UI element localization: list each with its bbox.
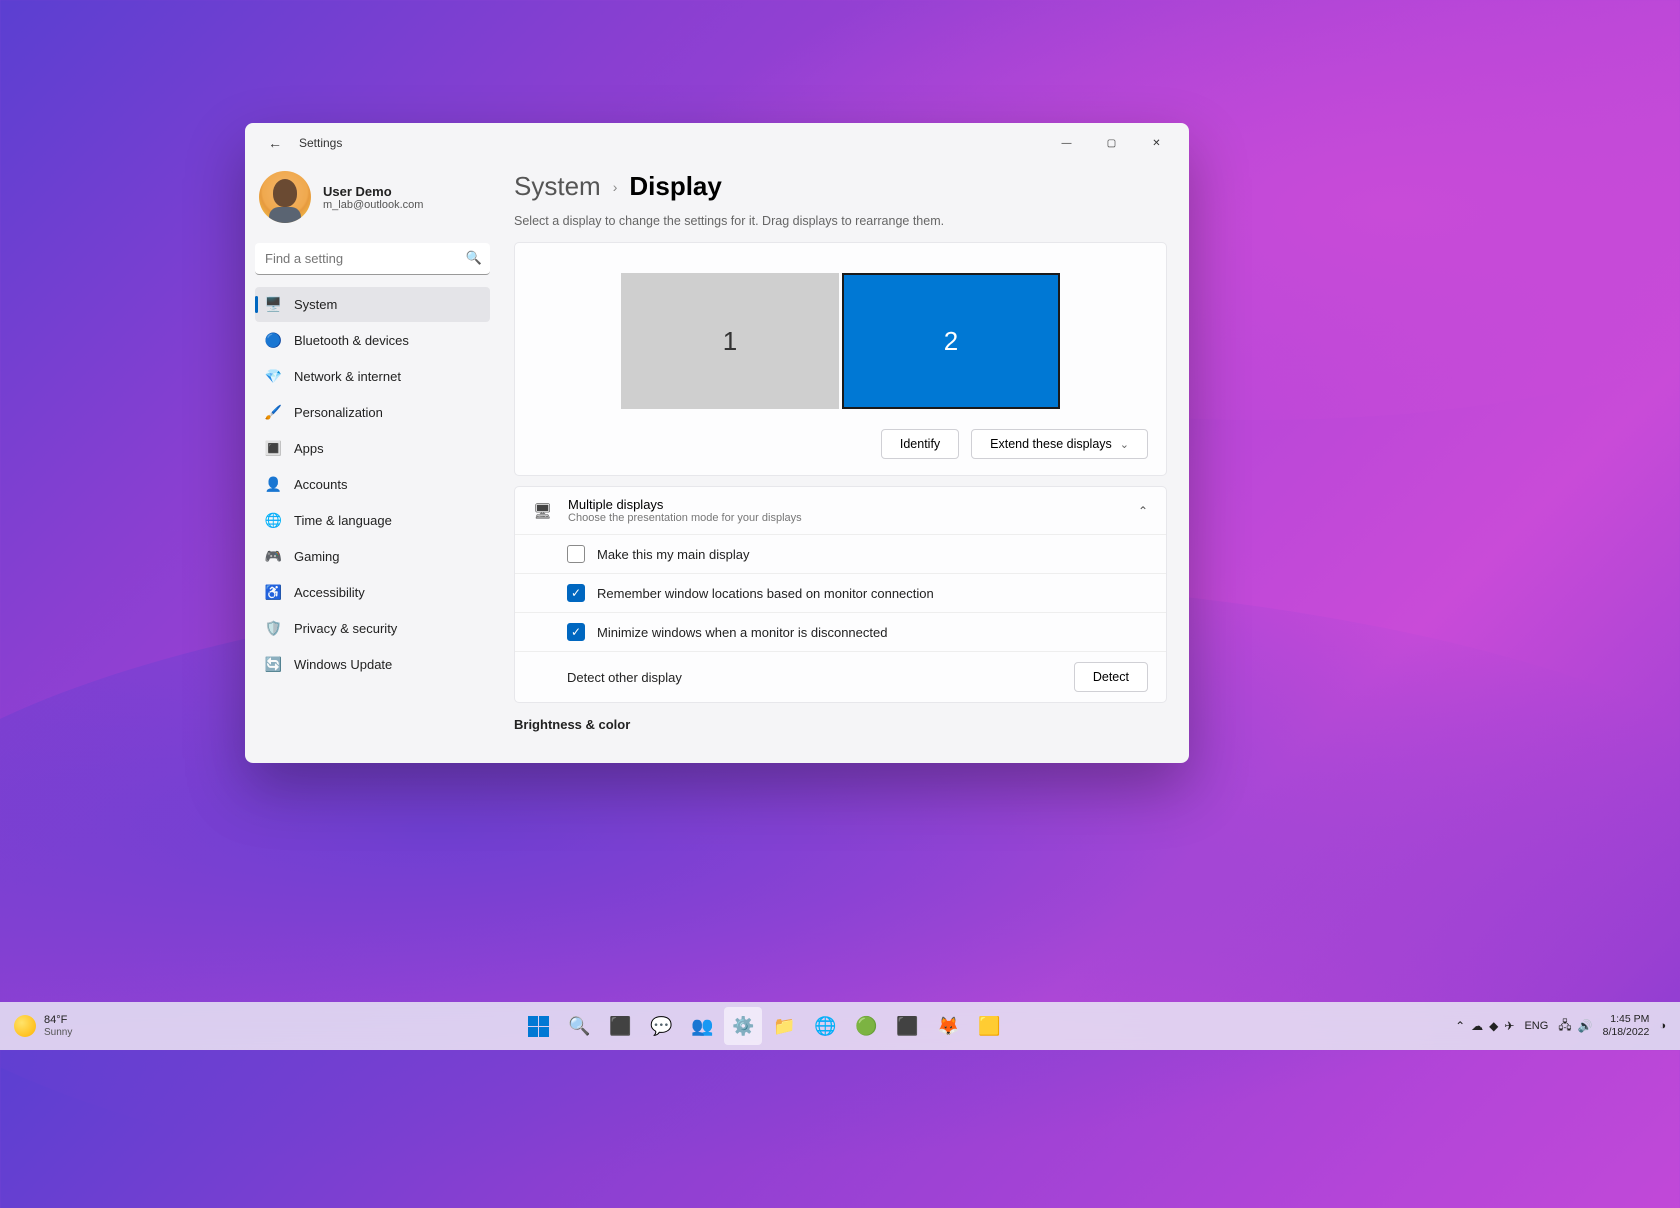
page-subtitle: Select a display to change the settings … <box>514 214 1167 228</box>
brightness-section-header: Brightness & color <box>514 717 1167 732</box>
maximize-button[interactable]: ▢ <box>1089 128 1134 158</box>
sidebar-item-time-language[interactable]: 🌐Time & language <box>255 503 490 538</box>
remember-locations-checkbox[interactable] <box>567 584 585 602</box>
identify-button[interactable]: Identify <box>881 429 959 459</box>
close-button[interactable]: ✕ <box>1134 128 1179 158</box>
nav-icon: 🔵 <box>265 332 282 349</box>
language-indicator[interactable]: ENG <box>1524 1020 1548 1032</box>
avatar <box>259 171 311 223</box>
location-icon[interactable]: ✈ <box>1504 1019 1514 1033</box>
notifications-icon[interactable]: ◑ <box>1659 1020 1666 1032</box>
nav-icon: 🎮 <box>265 548 282 565</box>
sidebar-item-bluetooth-devices[interactable]: 🔵Bluetooth & devices <box>255 323 490 358</box>
detect-button[interactable]: Detect <box>1074 662 1148 692</box>
nav-icon: 🛡️ <box>265 620 282 637</box>
sidebar-item-apps[interactable]: 🔳Apps <box>255 431 490 466</box>
edge-icon[interactable]: 🌐 <box>806 1007 844 1045</box>
search-field[interactable]: 🔍 <box>255 243 490 275</box>
nav-icon: 👤 <box>265 476 282 493</box>
monitor-layout[interactable]: 1 2 <box>533 259 1148 429</box>
sidebar-item-system[interactable]: 🖥️System <box>255 287 490 322</box>
volume-icon[interactable]: 🔊 <box>1578 1019 1593 1033</box>
tray-expand-icon[interactable]: ⌃ <box>1455 1019 1465 1033</box>
chevron-up-icon: ⌃ <box>1138 504 1148 518</box>
nav-icon: 🔳 <box>265 440 282 457</box>
nav: 🖥️System🔵Bluetooth & devices💎Network & i… <box>255 287 490 682</box>
sidebar-item-gaming[interactable]: 🎮Gaming <box>255 539 490 574</box>
back-button[interactable]: ← <box>259 127 291 159</box>
firefox-icon[interactable]: 🦊 <box>929 1007 967 1045</box>
sidebar: User Demo m_lab@outlook.com 🔍 🖥️System🔵B… <box>245 163 500 763</box>
onedrive-icon[interactable]: ☁ <box>1471 1019 1483 1033</box>
user-email: m_lab@outlook.com <box>323 199 423 211</box>
settings-window: ← Settings — ▢ ✕ User Demo m_lab@outlook… <box>245 123 1189 763</box>
edge-canary-icon[interactable]: 🟢 <box>847 1007 885 1045</box>
taskbar-center: 🔍 ⬛ 💬 👥 ⚙️ 📁 🌐 🟢 ⬛ 🦊 🟨 <box>519 1007 1008 1045</box>
sidebar-item-network-internet[interactable]: 💎Network & internet <box>255 359 490 394</box>
remember-locations-row: Remember window locations based on monit… <box>515 573 1166 612</box>
taskbar: 84°F Sunny 🔍 ⬛ 💬 👥 ⚙️ 📁 🌐 🟢 ⬛ 🦊 🟨 ⌃ ☁ ◆ … <box>0 1002 1680 1050</box>
people-icon[interactable]: 👥 <box>683 1007 721 1045</box>
titlebar: ← Settings — ▢ ✕ <box>245 123 1189 163</box>
nav-icon: 🌐 <box>265 512 282 529</box>
sun-icon <box>14 1015 36 1037</box>
main-display-row: Make this my main display <box>515 534 1166 573</box>
search-input[interactable] <box>255 243 490 275</box>
monitor-2[interactable]: 2 <box>842 273 1060 409</box>
window-title: Settings <box>299 136 342 150</box>
nav-icon: 🖥️ <box>265 296 282 313</box>
displays-icon: 🖥 <box>533 502 552 520</box>
breadcrumb: System › Display <box>514 171 1167 202</box>
system-tray[interactable]: ⌃ ☁ ◆ ✈ <box>1455 1019 1514 1033</box>
sidebar-item-windows-update[interactable]: 🔄Windows Update <box>255 647 490 682</box>
breadcrumb-parent[interactable]: System <box>514 171 601 202</box>
clock[interactable]: 1:45 PM 8/18/2022 <box>1603 1013 1650 1038</box>
terminal-icon[interactable]: ⬛ <box>888 1007 926 1045</box>
breadcrumb-current: Display <box>629 171 722 202</box>
multiple-displays-header[interactable]: 🖥 Multiple displays Choose the presentat… <box>515 487 1166 534</box>
multiple-displays-card: 🖥 Multiple displays Choose the presentat… <box>514 486 1167 703</box>
nav-icon: 💎 <box>265 368 282 385</box>
network-icon[interactable]: 🖧 <box>1558 1016 1571 1037</box>
nav-icon: 🖌️ <box>265 404 282 421</box>
sidebar-item-privacy-security[interactable]: 🛡️Privacy & security <box>255 611 490 646</box>
explorer-icon[interactable]: 📁 <box>765 1007 803 1045</box>
settings-taskbar-icon[interactable]: ⚙️ <box>724 1007 762 1045</box>
chevron-right-icon: › <box>613 179 618 195</box>
minimize-button[interactable]: — <box>1044 128 1089 158</box>
user-name: User Demo <box>323 184 423 199</box>
sidebar-item-personalization[interactable]: 🖌️Personalization <box>255 395 490 430</box>
app-icon[interactable]: 🟨 <box>970 1007 1008 1045</box>
display-arrangement-panel: 1 2 Identify Extend these displays <box>514 242 1167 476</box>
nav-icon: 🔄 <box>265 656 282 673</box>
user-profile[interactable]: User Demo m_lab@outlook.com <box>255 167 490 237</box>
content: System › Display Select a display to cha… <box>500 163 1189 763</box>
chat-icon[interactable]: 💬 <box>642 1007 680 1045</box>
search-icon: 🔍 <box>466 250 482 266</box>
search-taskbar-icon[interactable]: 🔍 <box>560 1007 598 1045</box>
weather-widget[interactable]: 84°F Sunny <box>0 1014 72 1037</box>
taskbar-right: ⌃ ☁ ◆ ✈ ENG 🖧 🔊 1:45 PM 8/18/2022 ◑ <box>1455 1013 1680 1038</box>
minimize-disconnect-checkbox[interactable] <box>567 623 585 641</box>
detect-row: Detect other display Detect <box>515 651 1166 702</box>
minimize-disconnect-row: Minimize windows when a monitor is disco… <box>515 612 1166 651</box>
start-button[interactable] <box>519 1007 557 1045</box>
monitor-1[interactable]: 1 <box>621 273 839 409</box>
sidebar-item-accounts[interactable]: 👤Accounts <box>255 467 490 502</box>
sidebar-item-accessibility[interactable]: ♿Accessibility <box>255 575 490 610</box>
nav-icon: ♿ <box>265 584 282 601</box>
extend-displays-dropdown[interactable]: Extend these displays <box>971 429 1148 459</box>
tray-app-icon[interactable]: ◆ <box>1489 1019 1498 1033</box>
task-view-icon[interactable]: ⬛ <box>601 1007 639 1045</box>
main-display-checkbox[interactable] <box>567 545 585 563</box>
